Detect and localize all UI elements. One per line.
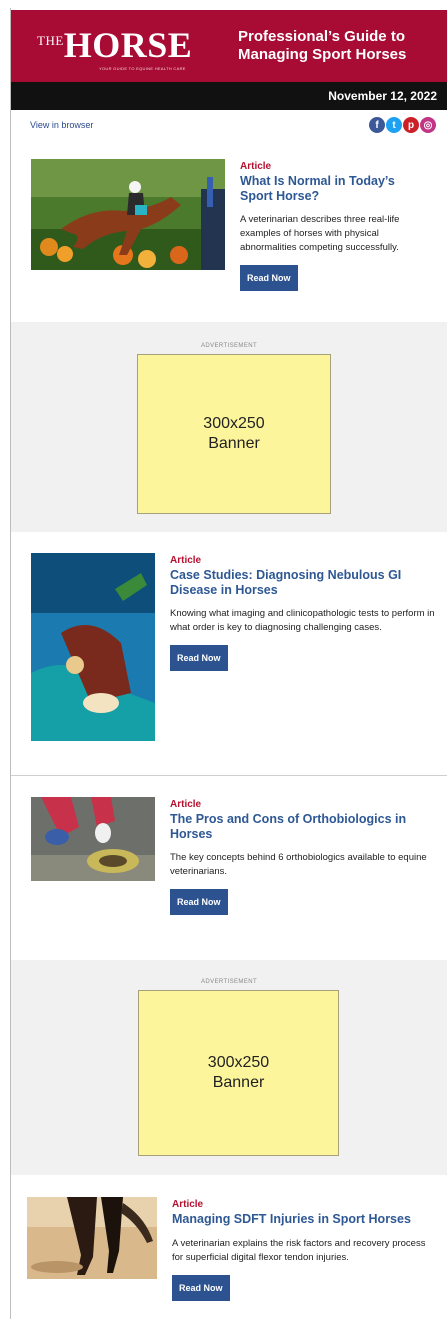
article-content: Article Managing SDFT Injuries in Sport … <box>172 1199 435 1301</box>
article-kicker: Article <box>170 799 202 810</box>
article-content: Article What Is Normal in Today’s Sport … <box>240 161 430 291</box>
ad-banner[interactable]: 300x250 Banner <box>137 354 331 514</box>
issue-date: November 12, 2022 <box>328 89 437 103</box>
banner-size: 300x250 <box>207 1054 270 1071</box>
article-card: Article Managing SDFT Injuries in Sport … <box>11 1175 447 1319</box>
read-now-button[interactable]: Read Now <box>172 1274 230 1301</box>
the-horse-logo[interactable]: THEHORSE YOUR GUIDE TO EQUINE HEALTH CAR… <box>37 25 193 71</box>
ad-banner[interactable]: 300x250 Banner <box>138 990 339 1156</box>
read-now-button[interactable]: Read Now <box>170 889 228 915</box>
article-card: Article Case Studies: Diagnosing Nebulou… <box>11 532 447 774</box>
article-summary: The key concepts behind 6 orthobiologics… <box>170 852 427 877</box>
newsletter-title: Professional’s Guide to Managing Sport H… <box>238 28 407 63</box>
article-summary: A veterinarian explains the risk factors… <box>172 1237 426 1263</box>
advertisement-block: ADVERTISEMENT 300x250 Banner <box>11 960 447 1175</box>
advertisement-block: ADVERTISEMENT 300x250 Banner <box>11 322 447 532</box>
logo-horse: HORSE <box>63 25 193 65</box>
article-title-link[interactable]: What Is Normal in Today’s Sport Horse? <box>240 174 430 203</box>
read-now-button[interactable]: Read Now <box>170 645 228 671</box>
article-kicker: Article <box>240 161 272 172</box>
article-kicker: Article <box>170 555 202 566</box>
article-title-link[interactable]: Managing SDFT Injuries in Sport Horses <box>172 1212 435 1227</box>
logo-tagline: YOUR GUIDE TO EQUINE HEALTH CARE <box>99 66 186 71</box>
social-icons: f t p ◎ <box>369 117 436 133</box>
article-image-show-jumping[interactable] <box>31 159 225 270</box>
instagram-icon[interactable]: ◎ <box>420 117 436 133</box>
banner-size: 300x250 <box>203 415 265 432</box>
read-now-button[interactable]: Read Now <box>240 265 298 291</box>
advertisement-label: ADVERTISEMENT <box>200 343 258 349</box>
logo-the: THE <box>37 33 64 48</box>
article-content: Article The Pros and Cons of Orthobiolog… <box>170 799 435 915</box>
article-kicker: Article <box>172 1199 204 1210</box>
article-image-orthobiologics[interactable] <box>31 797 155 881</box>
view-in-browser-link[interactable]: View in browser <box>30 120 93 130</box>
article-image-sdft[interactable] <box>27 1197 157 1279</box>
article-card: Article The Pros and Cons of Orthobiolog… <box>11 776 447 960</box>
article-title-link[interactable]: Case Studies: Diagnosing Nebulous GI Dis… <box>170 568 435 597</box>
pinterest-icon[interactable]: p <box>403 117 419 133</box>
article-summary: A veterinarian describes three real-life… <box>240 214 400 253</box>
facebook-icon[interactable]: f <box>369 117 385 133</box>
advertisement-label: ADVERTISEMENT <box>200 979 258 985</box>
banner-name: Banner <box>212 1074 265 1091</box>
article-summary: Knowing what imaging and clinicopatholog… <box>170 608 435 633</box>
twitter-icon[interactable]: t <box>386 117 402 133</box>
article-title-link[interactable]: The Pros and Cons of Orthobiologics in H… <box>170 812 435 841</box>
banner-name: Banner <box>208 435 260 452</box>
article-image-surgery[interactable] <box>31 553 155 741</box>
newsletter-header: THEHORSE YOUR GUIDE TO EQUINE HEALTH CAR… <box>11 10 447 82</box>
article-card: Article What Is Normal in Today’s Sport … <box>11 140 447 322</box>
date-bar: November 12, 2022 <box>11 82 447 110</box>
article-content: Article Case Studies: Diagnosing Nebulou… <box>170 555 435 671</box>
